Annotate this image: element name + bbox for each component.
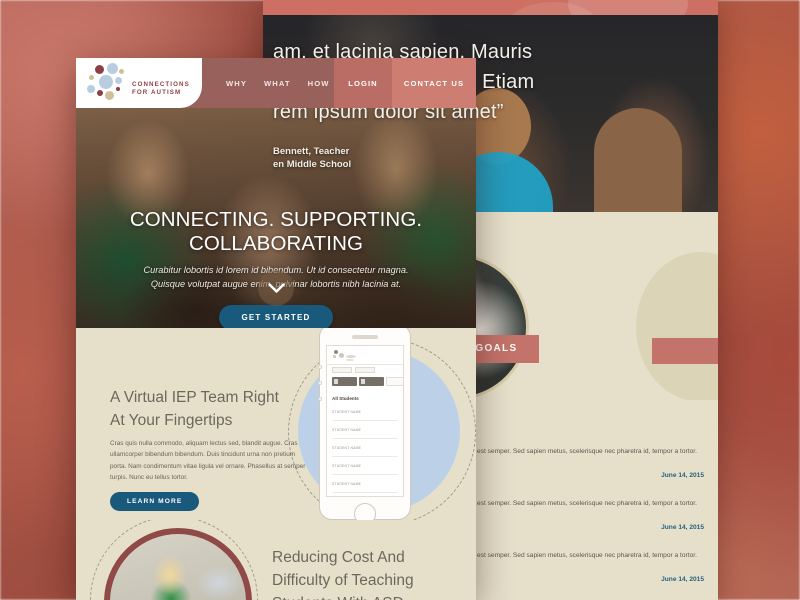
reduce-section-title: Reducing Cost And Difficulty of Teaching… (272, 546, 462, 600)
chevron-down-icon[interactable] (258, 270, 294, 306)
phone-speaker (352, 335, 378, 339)
iep-section-body: Cras quis nulla commodo, aliquam lectus … (110, 440, 306, 482)
phone-add-student-button[interactable] (332, 377, 357, 386)
iep-title-line-1: A Virtual IEP Team Right (110, 389, 279, 406)
news-item-date: June 14, 2015 (661, 576, 704, 583)
phone-student-row[interactable]: STUDENT NAME (332, 408, 398, 421)
reduce-title-line-3: Students With ASD (272, 592, 462, 600)
news-item-date: June 14, 2015 (661, 524, 704, 531)
logo-line-1: CONNECTIONS (132, 81, 190, 88)
logo-wordmark: CONNECTIONS FOR AUTISM (132, 81, 190, 97)
testimonial-author: Bennett, Teacher (273, 146, 350, 157)
phone-student-row[interactable]: STUDENT NAME (332, 480, 398, 493)
logo-bubbles-icon (85, 63, 137, 103)
phone-student-row[interactable]: STUDENT NAME (332, 426, 398, 439)
phone-divider (327, 364, 403, 365)
nav-item-why[interactable]: WHY (226, 79, 247, 88)
phone-student-name: STUDENT NAME (332, 446, 362, 450)
get-started-button[interactable]: GET STARTED (219, 305, 333, 328)
phone-mockup: All Students STUDENT NAME STUDENT NAME S… (318, 328, 411, 520)
nav-item-what[interactable]: WHAT (264, 79, 291, 88)
phone-home-button (354, 503, 376, 520)
foreground-webpage: CONNECTIONS FOR AUTISM WHY WHAT HOW ABOU… (76, 58, 476, 600)
app-logo-icon (332, 350, 362, 361)
contact-us-button[interactable]: CONTACT US (392, 58, 476, 108)
phone-student-name: STUDENT NAME (332, 482, 362, 486)
site-header: CONNECTIONS FOR AUTISM WHY WHAT HOW ABOU… (76, 58, 476, 108)
phone-tab-students[interactable] (332, 367, 352, 373)
login-button[interactable]: LOGIN (334, 58, 392, 108)
reduce-title-line-1: Reducing Cost And (272, 549, 405, 566)
virtual-iep-section: A Virtual IEP Team Right At Your Fingert… (76, 328, 476, 520)
testimonial-attribution: Bennett, Teacher en Middle School (273, 145, 351, 171)
testimonial-org: en Middle School (273, 159, 352, 170)
phone-screen: All Students STUDENT NAME STUDENT NAME S… (326, 345, 404, 497)
logo-line-2: FOR AUTISM (132, 89, 182, 96)
phone-tab-settings[interactable] (355, 367, 375, 373)
phone-student-name: STUDENT NAME (332, 428, 362, 432)
iep-section-title: A Virtual IEP Team Right At Your Fingert… (110, 386, 300, 432)
phone-add-teacher-button[interactable] (359, 377, 384, 386)
reducing-cost-section: Reducing Cost And Difficulty of Teaching… (76, 520, 476, 600)
nav-item-how[interactable]: HOW (308, 79, 330, 88)
phone-student-name: STUDENT NAME (332, 464, 362, 468)
how-photo-circle-3 (636, 252, 718, 402)
news-item-date: June 14, 2015 (661, 472, 704, 479)
rear-top-band (263, 0, 718, 15)
phone-student-name: STUDENT NAME (332, 410, 362, 414)
phone-student-row[interactable]: STUDENT NAME (332, 444, 398, 457)
iep-title-line-2: At Your Fingertips (110, 412, 233, 429)
phone-view-students-button[interactable] (386, 377, 403, 386)
how-label-partial[interactable] (652, 338, 718, 364)
reduce-title-line-2: Difficulty of Teaching (272, 572, 414, 589)
site-logo[interactable]: CONNECTIONS FOR AUTISM (76, 58, 202, 108)
learn-more-button[interactable]: LEARN MORE (110, 492, 200, 511)
hero-title: CONNECTING. SUPPORTING. COLLABORATING (129, 208, 423, 255)
phone-list-heading: All Students (332, 396, 359, 401)
phone-student-row[interactable]: STUDENT NAME (332, 462, 398, 475)
